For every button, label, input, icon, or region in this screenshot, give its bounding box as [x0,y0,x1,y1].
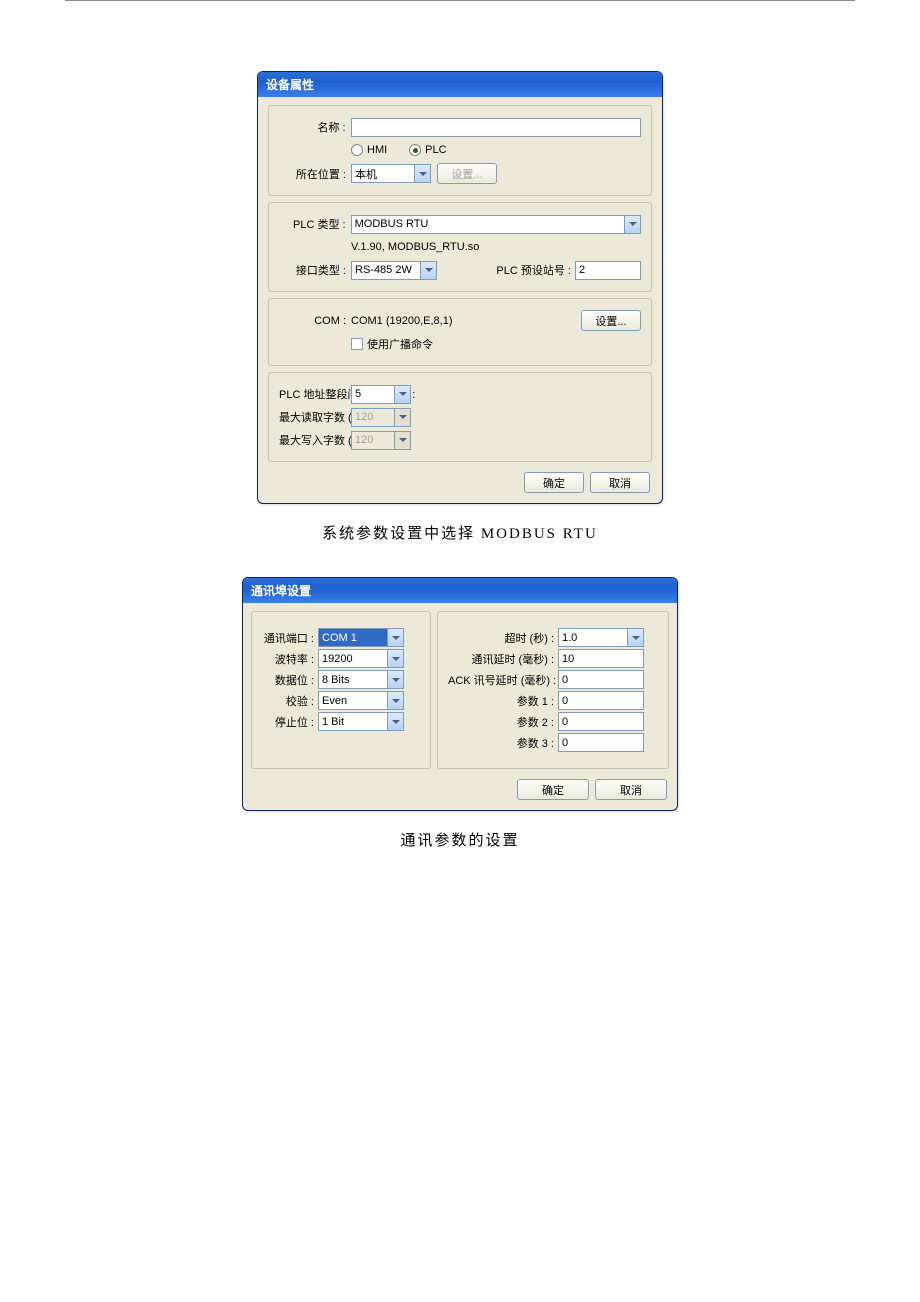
label-max-write: 最大写入字数 (words) : [279,432,351,448]
group-plc: PLC 类型 : MODBUS RTU V.1.90, MODBUS_RTU.s… [268,202,652,292]
chevron-down-icon[interactable] [394,386,410,403]
com-value: COM1 (19200,E,8,1) [351,315,453,327]
label-plc-station: PLC 预设站号 : [496,262,575,278]
chevron-down-icon[interactable] [387,650,403,667]
addr-gap-value: 5 [352,386,394,403]
plc-type-value: MODBUS RTU [352,216,624,233]
parity-combo[interactable]: Even [318,691,404,710]
if-type-value: RS-485 2W [352,262,420,279]
label-baud: 波特率 : [262,651,318,667]
label-com: COM : [279,315,351,327]
stop-bits-combo[interactable]: 1 Bit [318,712,404,731]
param3-input[interactable] [558,733,644,752]
if-type-combo[interactable]: RS-485 2W [351,261,437,280]
parity-value: Even [319,692,387,709]
comm-port-combo[interactable]: COM 1 [318,628,404,647]
comm-port-value: COM 1 [319,629,387,646]
label-param1: 参数 1 : [448,693,558,709]
comm-delay-input[interactable] [558,649,644,668]
stop-bits-value: 1 Bit [319,713,387,730]
chevron-down-icon [394,409,410,426]
dialog-title: 设备属性 [258,72,662,97]
comm-port-settings-dialog: 通讯埠设置 通讯端口 : COM 1 波特率 : 19200 [242,577,678,811]
chevron-down-icon[interactable] [387,692,403,709]
label-param2: 参数 2 : [448,714,558,730]
cancel-button[interactable]: 取消 [590,472,650,493]
group-com: COM : COM1 (19200,E,8,1) 设置... 使用广播命令 [268,298,652,366]
max-write-value: 120 [352,432,394,449]
chevron-down-icon[interactable] [624,216,640,233]
caption2: 通讯参数的设置 [65,829,855,850]
radio-hmi-label: HMI [367,144,387,156]
ok-button[interactable]: 确定 [524,472,584,493]
chevron-down-icon[interactable] [627,629,643,646]
location-value: 本机 [352,165,414,182]
max-read-value: 120 [352,409,394,426]
chevron-down-icon[interactable] [387,713,403,730]
label-data-bits: 数据位 : [262,672,318,688]
label-max-read: 最大读取字数 (words) : [279,409,351,425]
max-write-combo: 120 [351,431,411,450]
radio-circle-icon [351,144,363,156]
radio-hmi[interactable]: HMI [351,144,387,156]
label-location: 所在位置 : [279,166,351,182]
data-bits-combo[interactable]: 8 Bits [318,670,404,689]
location-combo[interactable]: 本机 [351,164,431,183]
label-parity: 校验 : [262,693,318,709]
max-read-combo: 120 [351,408,411,427]
cancel-button[interactable]: 取消 [595,779,667,800]
location-settings-button: 设置... [437,163,497,184]
broadcast-checkbox[interactable]: 使用广播命令 [351,336,433,352]
timeout-combo[interactable]: 1.0 [558,628,644,647]
timeout-value: 1.0 [559,629,627,646]
param2-input[interactable] [558,712,644,731]
com-settings-button[interactable]: 设置... [581,310,641,331]
chevron-down-icon[interactable] [414,165,430,182]
label-ack-delay: ACK 讯号延时 (毫秒) : [448,672,558,688]
broadcast-label: 使用广播命令 [367,336,433,352]
baud-value: 19200 [319,650,387,667]
chevron-down-icon[interactable] [420,262,436,279]
group-serial: 通讯端口 : COM 1 波特率 : 19200 [251,611,431,769]
label-comm-delay: 通讯延时 (毫秒) : [448,651,558,667]
ok-button[interactable]: 确定 [517,779,589,800]
caption1: 系统参数设置中选择 MODBUS RTU [65,522,855,543]
data-bits-value: 8 Bits [319,671,387,688]
label-timeout: 超时 (秒) : [448,630,558,646]
group-timing: 超时 (秒) : 1.0 通讯延时 (毫秒) : ACK 讯号延时 (毫秒) : [437,611,669,769]
plc-type-combo[interactable]: MODBUS RTU [351,215,641,234]
baud-combo[interactable]: 19200 [318,649,404,668]
name-input[interactable] [351,118,641,137]
label-param3: 参数 3 : [448,735,558,751]
radio-circle-icon [409,144,421,156]
label-plc-type: PLC 类型 : [279,216,351,232]
dialog2-title: 通讯埠设置 [243,578,677,603]
chevron-down-icon [394,432,410,449]
label-comm-port: 通讯端口 : [262,630,318,646]
label-if-type: 接口类型 : [279,262,351,278]
group-basic: 名称 : HMI PLC [268,105,652,196]
label-name: 名称 : [279,119,351,135]
radio-plc-label: PLC [425,144,446,156]
label-stop-bits: 停止位 : [262,714,318,730]
plc-version: V.1.90, MODBUS_RTU.so [351,241,479,253]
plc-station-input[interactable] [575,261,641,280]
addr-gap-combo[interactable]: 5 [351,385,411,404]
label-addr-gap: PLC 地址整段间隔 (words) : [279,386,351,402]
device-properties-dialog: 设备属性 名称 : HMI PLC [257,71,663,504]
chevron-down-icon[interactable] [387,629,403,646]
chevron-down-icon[interactable] [387,671,403,688]
checkbox-icon [351,338,363,350]
param1-input[interactable] [558,691,644,710]
ack-delay-input[interactable] [558,670,644,689]
radio-plc[interactable]: PLC [409,144,446,156]
group-words: PLC 地址整段间隔 (words) : 5 最大读取字数 (words) : … [268,372,652,462]
